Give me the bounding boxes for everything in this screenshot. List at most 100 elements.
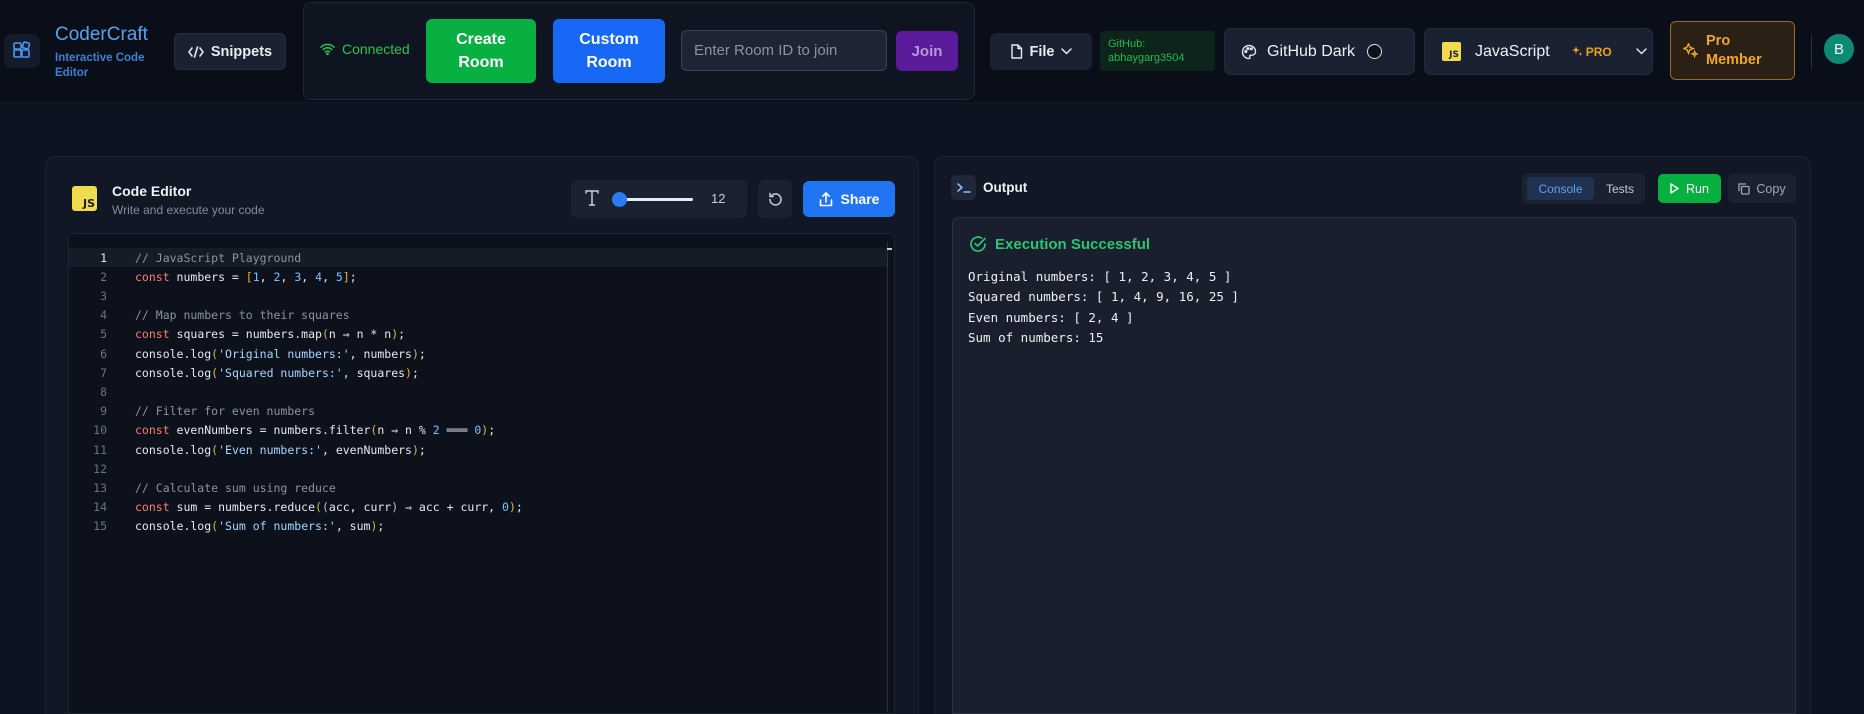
code-token: ( xyxy=(321,500,329,515)
code-token: [ xyxy=(245,269,253,284)
console-line: Even numbers: [ 2, 4 ] xyxy=(968,309,1134,325)
palette-icon xyxy=(1241,44,1257,59)
file-label: File xyxy=(1029,43,1055,60)
line-number: 14 xyxy=(93,500,107,515)
copy-icon xyxy=(1738,182,1751,195)
chevron-down-icon xyxy=(1635,48,1647,55)
code-line[interactable]: 4 // Map numbers to their squares xyxy=(69,306,887,325)
tab-tests[interactable]: Tests xyxy=(1600,177,1640,200)
tab-console[interactable]: Console xyxy=(1527,177,1594,200)
font-size-slider-thumb[interactable] xyxy=(612,192,627,207)
line-number: 9 xyxy=(100,404,107,419)
file-menu-button[interactable]: File xyxy=(990,33,1092,70)
code-editor[interactable]: 1 // JavaScript Playground 2 const numbers … xyxy=(68,233,895,714)
execution-status: Execution Successful xyxy=(969,235,1150,253)
theme-label: GitHub Dark xyxy=(1267,42,1356,60)
code-line[interactable]: 14 const sum = numbers.reduce((acc, curr)… xyxy=(69,498,887,517)
code-token: // Map numbers to their squares xyxy=(135,308,350,323)
code-token: // Calculate sum using reduce xyxy=(135,480,336,495)
code-token: console.log xyxy=(135,442,212,457)
brand-subtitle: Interactive Code Editor xyxy=(55,52,145,79)
code-token: ) xyxy=(508,500,516,515)
sparkle-icon xyxy=(1571,46,1583,56)
code-token: ; xyxy=(488,423,496,438)
custom-room-button[interactable]: Custom Room xyxy=(553,19,665,83)
code-token: 2 xyxy=(432,423,440,438)
code-token: ; xyxy=(418,442,426,457)
code-token: ⇒ acc + curr, xyxy=(398,500,503,515)
code-token: 'Original numbers:' xyxy=(218,346,350,361)
code-token: console.log xyxy=(135,365,212,380)
output-tabs: Console Tests xyxy=(1522,173,1645,204)
code-line[interactable]: 7 console.log('Squared numbers:', squares… xyxy=(69,363,887,382)
console-line: Squared numbers: [ 1, 4, 9, 16, 25 ] xyxy=(968,289,1239,305)
join-button[interactable]: Join xyxy=(896,31,958,71)
app-logo[interactable] xyxy=(4,34,40,68)
user-avatar[interactable]: B xyxy=(1824,34,1854,64)
theme-selector[interactable]: GitHub Dark xyxy=(1224,28,1415,75)
code-line[interactable]: 2 const numbers = [1, 2, 3, 4, 5]; xyxy=(69,267,887,286)
line-number: 10 xyxy=(93,423,107,438)
code-text: // JavaScript Playground xyxy=(135,251,301,265)
line-number: 11 xyxy=(93,442,107,457)
console-line: Original numbers: [ 1, 2, 3, 4, 5 ] xyxy=(968,269,1232,284)
console-line: Sum of numbers: 15 xyxy=(968,329,1104,345)
code-token: 'Sum of numbers:' xyxy=(218,519,336,534)
terminal-icon xyxy=(951,175,976,200)
check-circle-icon xyxy=(970,236,986,252)
reset-code-button[interactable] xyxy=(758,180,792,218)
code-token: const xyxy=(135,423,170,438)
room-id-input[interactable] xyxy=(681,30,887,71)
code-line[interactable]: 5 const squares = numbers.map(n ⇒ n * n); xyxy=(69,325,887,344)
pro-member-button[interactable]: Pro Member xyxy=(1670,21,1795,80)
line-number: 2 xyxy=(100,269,107,284)
pro-tag-label: PRO xyxy=(1585,44,1612,59)
chevron-down-icon xyxy=(1061,48,1073,55)
pro-member-label: Pro Member xyxy=(1706,32,1762,68)
code-line[interactable]: 13 // Calculate sum using reduce xyxy=(69,478,887,497)
editor-title: Code Editor xyxy=(112,183,192,199)
code-token: , xyxy=(280,269,295,284)
copy-output-button[interactable]: Copy xyxy=(1728,174,1796,203)
run-button[interactable]: Run xyxy=(1658,174,1721,203)
code-token: ; xyxy=(398,327,406,342)
code-brackets-icon xyxy=(188,45,204,58)
create-room-button[interactable]: Create Room xyxy=(426,19,536,83)
share-button[interactable]: Share xyxy=(803,181,895,217)
code-token: sum = numbers.reduce xyxy=(169,500,316,515)
javascript-icon: JS xyxy=(1442,42,1461,61)
code-line[interactable]: 10 const evenNumbers = numbers.filter(n ⇒… xyxy=(69,421,887,440)
code-text: console.log('Even numbers:', evenNumbers… xyxy=(135,443,426,457)
code-text: // Calculate sum using reduce xyxy=(135,481,336,495)
wifi-icon xyxy=(320,43,335,55)
language-selector[interactable]: JS JavaScript PRO xyxy=(1424,28,1653,75)
line-number: 6 xyxy=(100,346,107,361)
code-token: ] xyxy=(342,269,350,284)
font-size-slider-track[interactable] xyxy=(616,198,693,201)
code-token: console.log xyxy=(135,519,212,534)
share-label: Share xyxy=(840,191,880,207)
code-line[interactable]: 9 // Filter for even numbers xyxy=(69,402,887,421)
code-token: numbers = xyxy=(169,269,246,284)
language-label: JavaScript xyxy=(1475,42,1550,60)
font-size-value: 12 xyxy=(711,191,726,206)
snippets-button[interactable]: Snippets xyxy=(174,33,286,70)
line-number: 13 xyxy=(93,480,107,495)
code-line[interactable]: 8 xyxy=(69,382,887,401)
code-token: ; xyxy=(411,365,419,380)
code-token: n ⇒ n * n xyxy=(328,327,392,342)
theme-swatch xyxy=(1367,44,1383,59)
code-line[interactable]: 3 xyxy=(69,286,887,305)
execution-status-label: Execution Successful xyxy=(995,235,1151,253)
code-line[interactable]: 1 // JavaScript Playground xyxy=(69,248,887,267)
code-line[interactable]: 6 console.log('Original numbers:', number… xyxy=(69,344,887,363)
code-line[interactable]: 11 console.log('Even numbers:', evenNumbe… xyxy=(69,440,887,459)
code-line[interactable]: 15 console.log('Sum of numbers:', sum); xyxy=(69,517,887,536)
font-size-icon xyxy=(585,190,599,206)
github-user-badge[interactable]: GitHub: abhaygarg3504 xyxy=(1100,31,1215,71)
editor-subtitle: Write and execute your code xyxy=(112,203,265,217)
code-line[interactable]: 12 xyxy=(69,459,887,478)
share-icon xyxy=(819,191,832,206)
code-token: 1 xyxy=(252,269,260,284)
code-token: const xyxy=(135,500,170,515)
